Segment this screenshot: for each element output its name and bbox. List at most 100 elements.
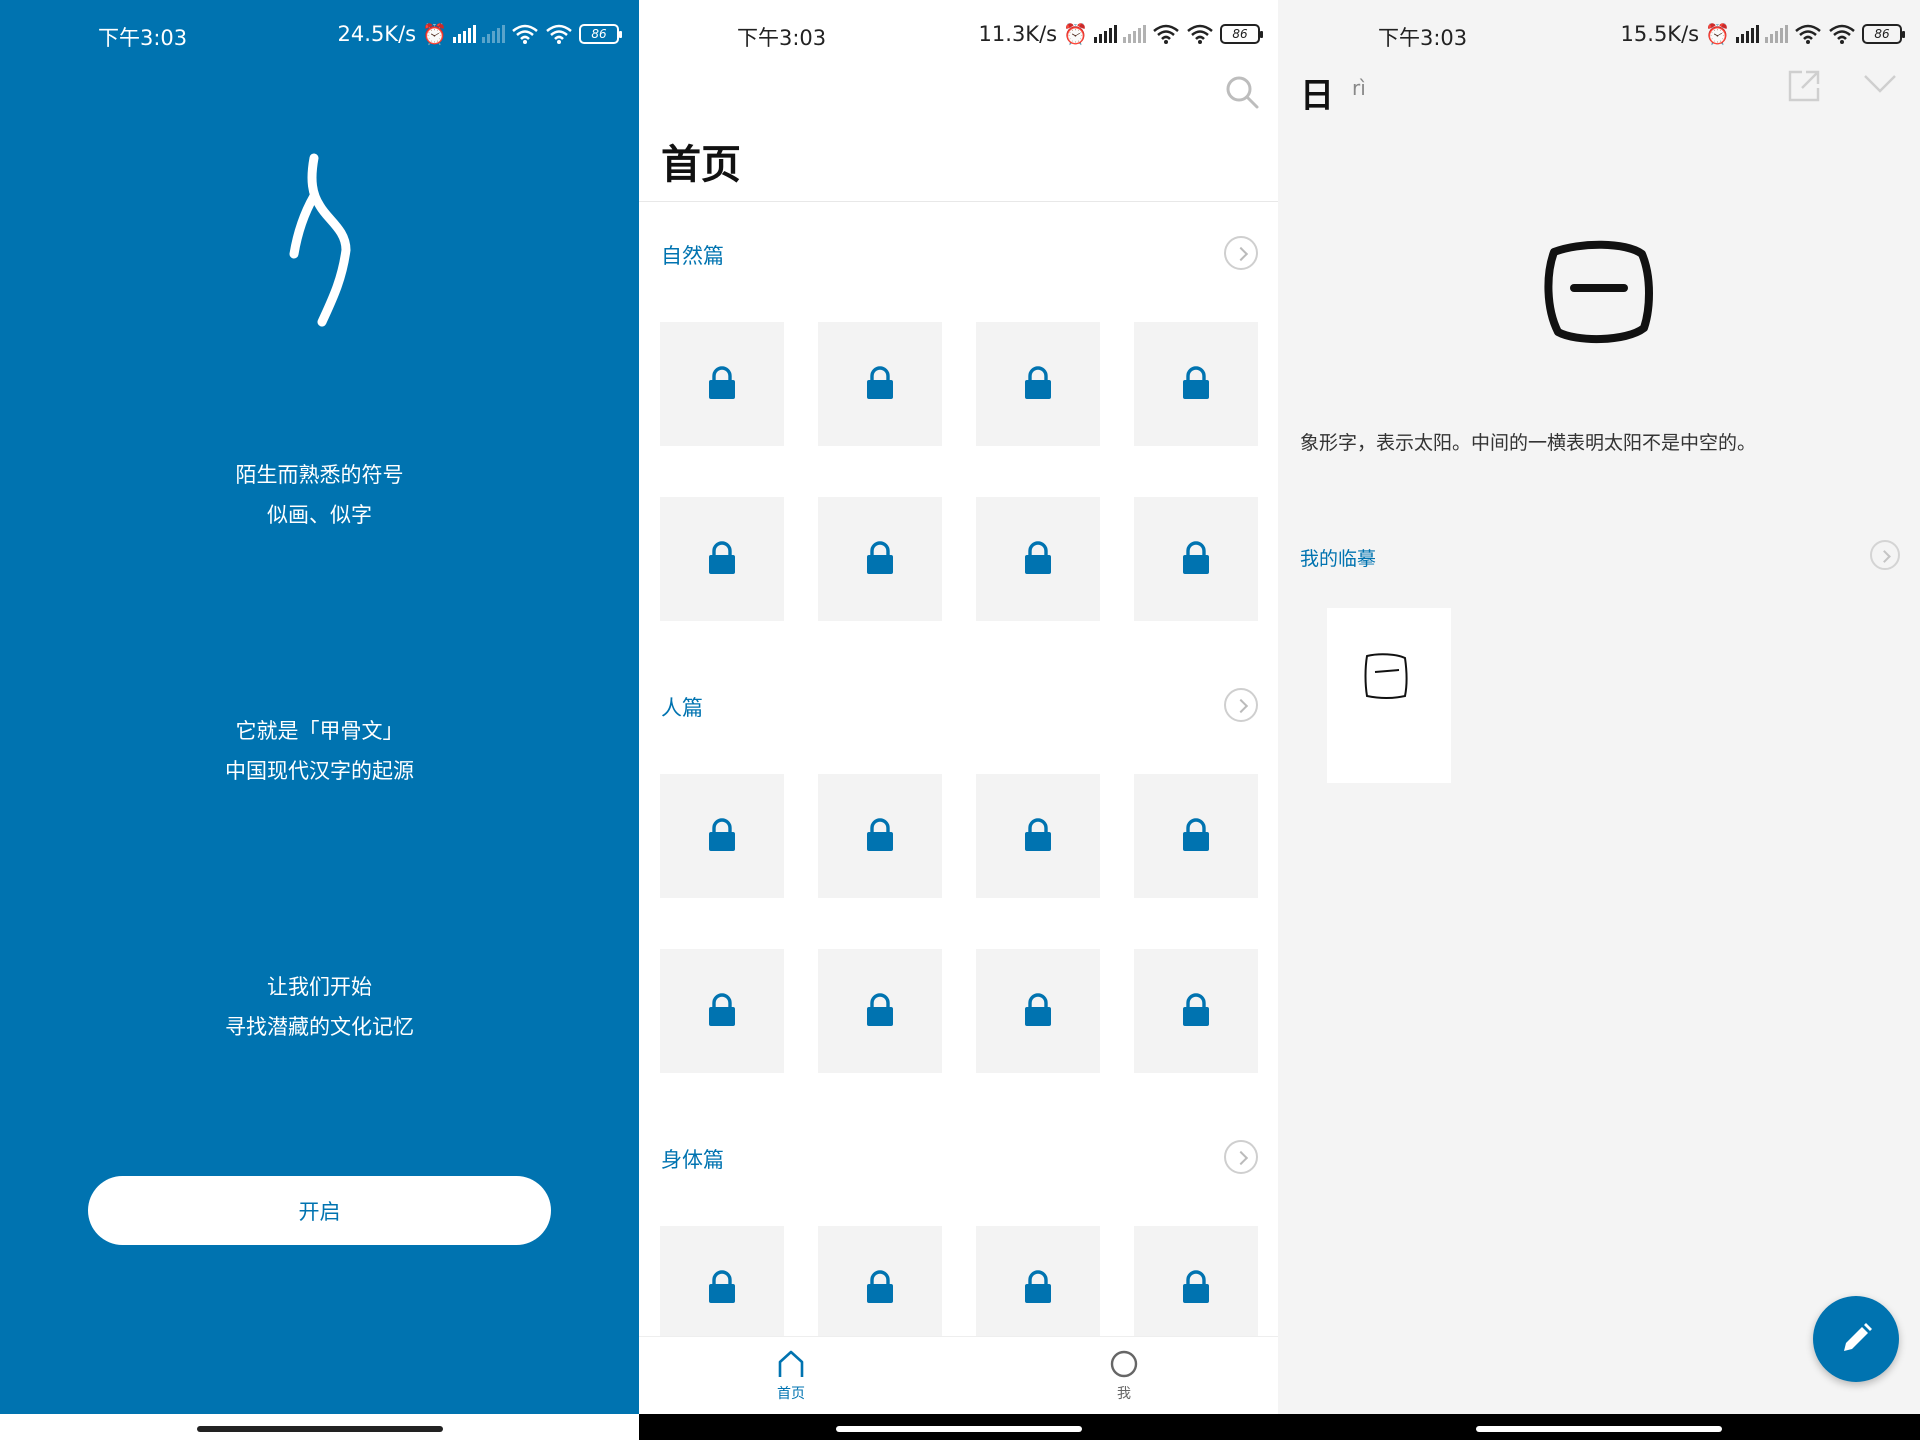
start-button[interactable]: 开启: [88, 1176, 551, 1245]
home-indicator-bar: [0, 1414, 639, 1440]
lock-icon: [709, 366, 735, 399]
signal-2-icon: [482, 25, 505, 43]
alarm-icon: ⏰: [1063, 22, 1088, 46]
intro-text-1: 陌生而熟悉的符号 似画、似字: [0, 455, 639, 535]
section-title[interactable]: 自然篇: [661, 240, 724, 270]
network-speed: 24.5K/s: [337, 22, 417, 46]
copy-thumbnail[interactable]: [1327, 608, 1451, 783]
search-icon[interactable]: [1224, 74, 1260, 110]
battery-icon: 86: [579, 24, 622, 44]
status-time: 下午3:03: [98, 26, 188, 50]
home-screen: 下午3:03 11.3K/s ⏰ 86 首页 自然篇 人篇 身体篇 首页 我: [639, 0, 1278, 1440]
home-indicator-bar: [639, 1414, 1278, 1440]
status-time: 下午3:03: [737, 26, 827, 50]
lock-icon: [709, 993, 735, 1026]
home-indicator[interactable]: [196, 1426, 443, 1432]
signal-2-icon: [1765, 25, 1788, 43]
locked-character-tile[interactable]: [976, 497, 1100, 621]
section-title[interactable]: 身体篇: [661, 1144, 724, 1174]
locked-character-tile[interactable]: [976, 322, 1100, 446]
locked-character-tile[interactable]: [1134, 774, 1258, 898]
signal-icon: [1736, 25, 1759, 43]
status-bar: 下午3:03 11.3K/s ⏰ 86: [639, 0, 1278, 70]
handwritten-copy-drawing: [1364, 653, 1408, 699]
home-icon: [778, 1350, 804, 1377]
status-bar: 下午3:03 15.5K/s ⏰ 86: [1278, 0, 1920, 70]
locked-character-tile[interactable]: [1134, 322, 1258, 446]
tab-label: 我: [1117, 1386, 1131, 1402]
locked-character-tile[interactable]: [1134, 949, 1258, 1073]
locked-character-tile[interactable]: [660, 949, 784, 1073]
section-more-icon[interactable]: [1224, 1140, 1258, 1174]
bottom-tab-bar: 首页 我: [639, 1336, 1278, 1414]
lock-icon: [709, 541, 735, 574]
locked-character-tile[interactable]: [818, 1226, 942, 1336]
oracle-bone-logo-icon: [289, 153, 351, 327]
lock-icon: [1025, 993, 1051, 1026]
lock-icon: [1183, 366, 1209, 399]
profile-icon: [1110, 1350, 1138, 1378]
oracle-bone-character-image: [1544, 240, 1653, 343]
alarm-icon: ⏰: [1705, 22, 1730, 46]
section-title[interactable]: 人篇: [661, 692, 703, 722]
locked-character-tile[interactable]: [1134, 1226, 1258, 1336]
tab-me[interactable]: 我: [1084, 1349, 1164, 1403]
intro-text-2: 它就是「甲骨文」 中国现代汉字的起源: [0, 711, 639, 791]
locked-character-tile[interactable]: [660, 774, 784, 898]
signal-2-icon: [1123, 25, 1146, 43]
collapse-chevron-icon[interactable]: [1862, 72, 1898, 96]
home-indicator[interactable]: [835, 1426, 1082, 1432]
network-speed: 11.3K/s: [978, 22, 1058, 46]
intro-text-3: 让我们开始 寻找潜藏的文化记忆: [0, 967, 639, 1047]
locked-character-tile[interactable]: [976, 949, 1100, 1073]
locked-character-tile[interactable]: [976, 774, 1100, 898]
intro-line: 寻找潜藏的文化记忆: [225, 1015, 414, 1039]
locked-character-tile[interactable]: [660, 497, 784, 621]
intro-line: 让我们开始: [267, 975, 372, 999]
lock-icon: [709, 818, 735, 851]
home-indicator-bar: [1278, 1414, 1920, 1440]
page-title: 首页: [661, 142, 741, 188]
locked-character-tile[interactable]: [818, 949, 942, 1073]
locked-character-tile[interactable]: [660, 1226, 784, 1336]
locked-character-tile[interactable]: [818, 322, 942, 446]
intro-line: 它就是「甲骨文」: [235, 719, 404, 743]
wifi-icon: [1153, 24, 1179, 44]
battery-icon: 86: [1862, 24, 1905, 44]
wifi-icon: [512, 24, 538, 44]
alarm-icon: ⏰: [422, 22, 447, 46]
draw-button[interactable]: [1813, 1296, 1899, 1382]
lock-icon: [867, 541, 893, 574]
character-title: 日: [1300, 76, 1334, 116]
tab-label: 首页: [777, 1386, 805, 1402]
status-bar: 下午3:03 24.5K/s ⏰ 86: [0, 0, 639, 70]
home-indicator[interactable]: [1476, 1426, 1722, 1432]
character-pinyin: rì: [1352, 76, 1366, 100]
divider: [639, 201, 1278, 202]
section-more-icon[interactable]: [1224, 688, 1258, 722]
signal-icon: [1094, 25, 1117, 43]
detail-screen: 下午3:03 15.5K/s ⏰ 86 日 rì 象形字，表示太阳。中间的一横表…: [1278, 0, 1920, 1440]
share-icon[interactable]: [1786, 68, 1822, 104]
lock-icon: [1183, 541, 1209, 574]
lock-icon: [709, 1270, 735, 1303]
my-copies-title[interactable]: 我的临摹: [1300, 544, 1376, 571]
section-more-icon[interactable]: [1224, 236, 1258, 270]
locked-character-tile[interactable]: [1134, 497, 1258, 621]
locked-character-tile[interactable]: [818, 497, 942, 621]
tab-home[interactable]: 首页: [751, 1349, 831, 1403]
lock-icon: [867, 366, 893, 399]
lock-icon: [1025, 541, 1051, 574]
locked-character-tile[interactable]: [976, 1226, 1100, 1336]
wifi-icon: [1795, 24, 1821, 44]
lock-icon: [1183, 993, 1209, 1026]
lock-icon: [1183, 818, 1209, 851]
character-description: 象形字，表示太阳。中间的一横表明太阳不是中空的。: [1300, 432, 1757, 454]
lock-icon: [1025, 366, 1051, 399]
my-copies-more-icon[interactable]: [1870, 540, 1900, 570]
lock-icon: [1183, 1270, 1209, 1303]
lock-icon: [867, 1270, 893, 1303]
locked-character-tile[interactable]: [660, 322, 784, 446]
wifi-6-icon: [1829, 24, 1855, 44]
locked-character-tile[interactable]: [818, 774, 942, 898]
